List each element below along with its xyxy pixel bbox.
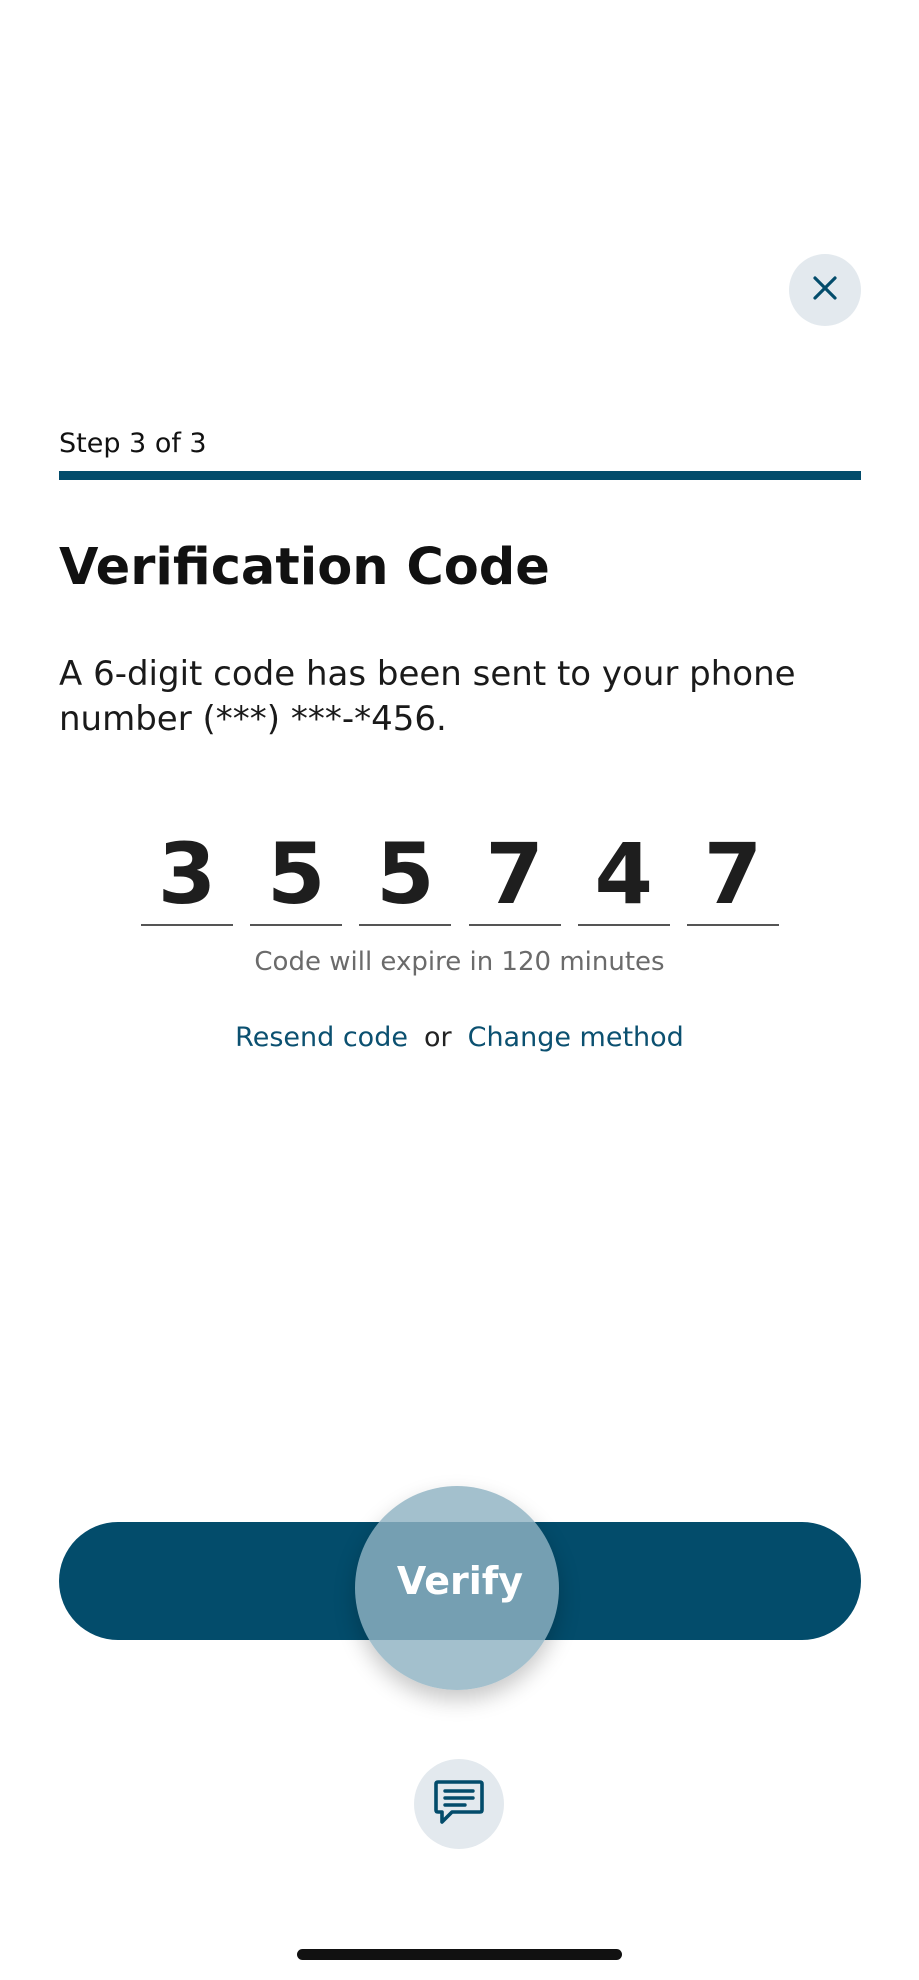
close-button[interactable] xyxy=(789,254,861,326)
instruction-text: A 6-digit code has been sent to your pho… xyxy=(59,654,796,739)
code-digit-6[interactable]: 7 xyxy=(686,818,779,926)
verify-button-label: Verify xyxy=(396,1559,524,1603)
code-expiry-text: Code will expire in 120 minutes xyxy=(254,947,665,977)
code-input-group[interactable]: 3 5 5 7 4 7 xyxy=(141,818,779,926)
code-digit-1[interactable]: 3 xyxy=(141,818,233,926)
code-digit-2[interactable]: 5 xyxy=(250,818,343,926)
code-digit-3[interactable]: 5 xyxy=(359,818,452,926)
change-method-link[interactable]: Change method xyxy=(468,1020,684,1056)
progress-bar-fill xyxy=(59,471,861,480)
verify-button[interactable]: Verify xyxy=(59,1486,861,1690)
code-digit-5[interactable]: 4 xyxy=(577,818,670,926)
resend-code-link[interactable]: Resend code xyxy=(235,1020,408,1056)
close-icon xyxy=(810,273,840,307)
chat-icon xyxy=(432,1777,486,1831)
home-indicator[interactable] xyxy=(297,1949,622,1960)
code-options: Resend code or Change method xyxy=(0,1020,919,1056)
progress-bar xyxy=(59,471,861,480)
step-indicator: Step 3 of 3 xyxy=(59,428,207,459)
or-separator: or xyxy=(423,1022,452,1053)
code-digit-4[interactable]: 7 xyxy=(468,818,561,926)
chat-button[interactable] xyxy=(414,1759,504,1849)
page-title: Verification Code xyxy=(59,538,550,597)
